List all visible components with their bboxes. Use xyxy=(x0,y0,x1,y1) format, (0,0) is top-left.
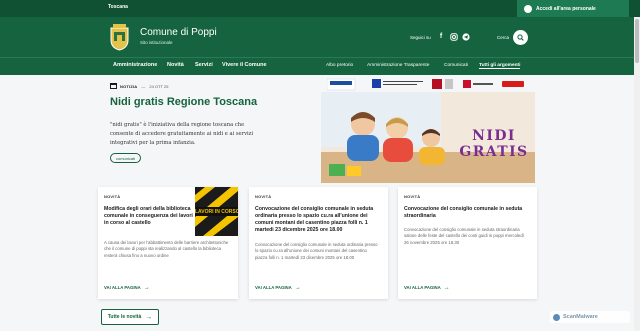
watermark-icon xyxy=(553,313,560,321)
card-link[interactable]: VAI ALLA PAGINA → xyxy=(255,284,301,291)
login-button[interactable]: Accedi all'area personale xyxy=(517,0,629,17)
site-subtitle: Sito istituzionale xyxy=(140,40,173,45)
hero-title[interactable]: Nidi gratis Regione Toscana xyxy=(110,96,257,108)
hero-meta: NOTIZIA — 24 OTT 25 xyxy=(110,83,168,89)
arrow-right-icon: → xyxy=(294,284,301,291)
nav-item-servizi[interactable]: Servizi xyxy=(195,62,213,68)
card-link-label: VAI ALLA PAGINA xyxy=(255,285,292,290)
news-card: NOVITÀ Convocazione del consiglio comuna… xyxy=(249,187,388,299)
nav-item-amministrazione[interactable]: Amministrazione xyxy=(113,62,157,68)
card-description: A causa dei lavori per l'abbattimento de… xyxy=(104,240,229,258)
crest-logo-icon[interactable] xyxy=(108,23,131,51)
meta-separator: — xyxy=(141,83,146,89)
instagram-icon[interactable] xyxy=(450,33,458,41)
card-title[interactable]: Modifica degli orari della biblioteca co… xyxy=(104,206,196,227)
all-news-button[interactable]: Tutte le novità → xyxy=(101,309,159,325)
main-navigation: Amministrazione Novità Servizi Vivere il… xyxy=(0,57,640,75)
card-description: Convocazione del consiglio comunale in s… xyxy=(255,242,378,260)
hero-image: NIDI GRATIS xyxy=(321,92,535,183)
hero-date: 24 OTT 25 xyxy=(149,83,169,89)
search-button[interactable] xyxy=(513,30,528,45)
card-thumbnail: LAVORI IN CORSO xyxy=(195,187,238,236)
facebook-icon[interactable]: f xyxy=(437,33,445,41)
thumbnail-text: LAVORI IN CORSO xyxy=(195,209,238,215)
card-link[interactable]: VAI ALLA PAGINA → xyxy=(104,284,150,291)
site-header: Comune di Poppi Sito istituzionale Segui… xyxy=(0,17,640,57)
news-card: NOVITÀ LAVORI IN CORSO Modifica degli or… xyxy=(98,187,238,299)
all-news-label: Tutte le novità xyxy=(107,314,142,320)
topic-chip[interactable]: comunicati xyxy=(110,153,142,163)
region-link[interactable]: Toscana xyxy=(108,4,128,10)
follow-label: Seguici su xyxy=(410,35,431,40)
watermark-text: ScanMalware xyxy=(563,314,598,320)
arrow-right-icon: → xyxy=(145,313,153,321)
news-card: NOVITÀ Convocazione del consiglio comuna… xyxy=(398,187,537,299)
card-title[interactable]: Convocazione del consiglio comunale in s… xyxy=(255,206,383,234)
nav-item-tutti-gli-argomenti[interactable]: Tutti gli argomenti xyxy=(479,63,521,69)
watermark: ScanMalware xyxy=(550,311,630,323)
hero-image-caption: NIDI GRATIS xyxy=(459,128,529,160)
nav-item-albo-pretorio[interactable]: Albo pretorio xyxy=(326,63,353,68)
card-link[interactable]: VAI ALLA PAGINA → xyxy=(404,284,450,291)
card-link-label: VAI ALLA PAGINA xyxy=(104,285,141,290)
nav-item-novita[interactable]: Novità xyxy=(167,62,184,68)
scrollbar[interactable] xyxy=(634,17,640,331)
nav-item-vivere-il-comune[interactable]: Vivere il Comune xyxy=(222,62,267,68)
scrollbar-thumb[interactable] xyxy=(635,19,639,63)
nav-item-comunicati[interactable]: Comunicati xyxy=(444,63,468,68)
partner-logos xyxy=(327,78,524,91)
nav-item-amministrazione-trasparente[interactable]: Amministrazione Trasparente xyxy=(367,63,429,68)
hero-tag: NOTIZIA xyxy=(120,83,138,89)
site-title[interactable]: Comune di Poppi xyxy=(140,27,217,38)
arrow-right-icon: → xyxy=(443,284,450,291)
arrow-right-icon: → xyxy=(143,284,150,291)
card-title[interactable]: Convocazione del consiglio comunale in s… xyxy=(404,206,532,220)
card-type: NOVITÀ xyxy=(104,194,121,199)
card-type: NOVITÀ xyxy=(404,194,421,199)
telegram-icon[interactable] xyxy=(462,33,470,41)
search-label: Cerca xyxy=(497,35,510,40)
login-label: Accedi all'area personale xyxy=(536,5,596,12)
search-icon xyxy=(517,34,524,41)
user-icon xyxy=(524,4,532,13)
card-link-label: VAI ALLA PAGINA xyxy=(404,285,441,290)
card-type: NOVITÀ xyxy=(255,194,272,199)
calendar-icon xyxy=(110,83,117,89)
hero-description: "nidi gratis" è l'iniziativa della regio… xyxy=(110,122,254,146)
slim-header: Toscana Accedi all'area personale xyxy=(0,0,640,17)
card-description: Convocazione del consiglio comunale in s… xyxy=(404,227,524,245)
